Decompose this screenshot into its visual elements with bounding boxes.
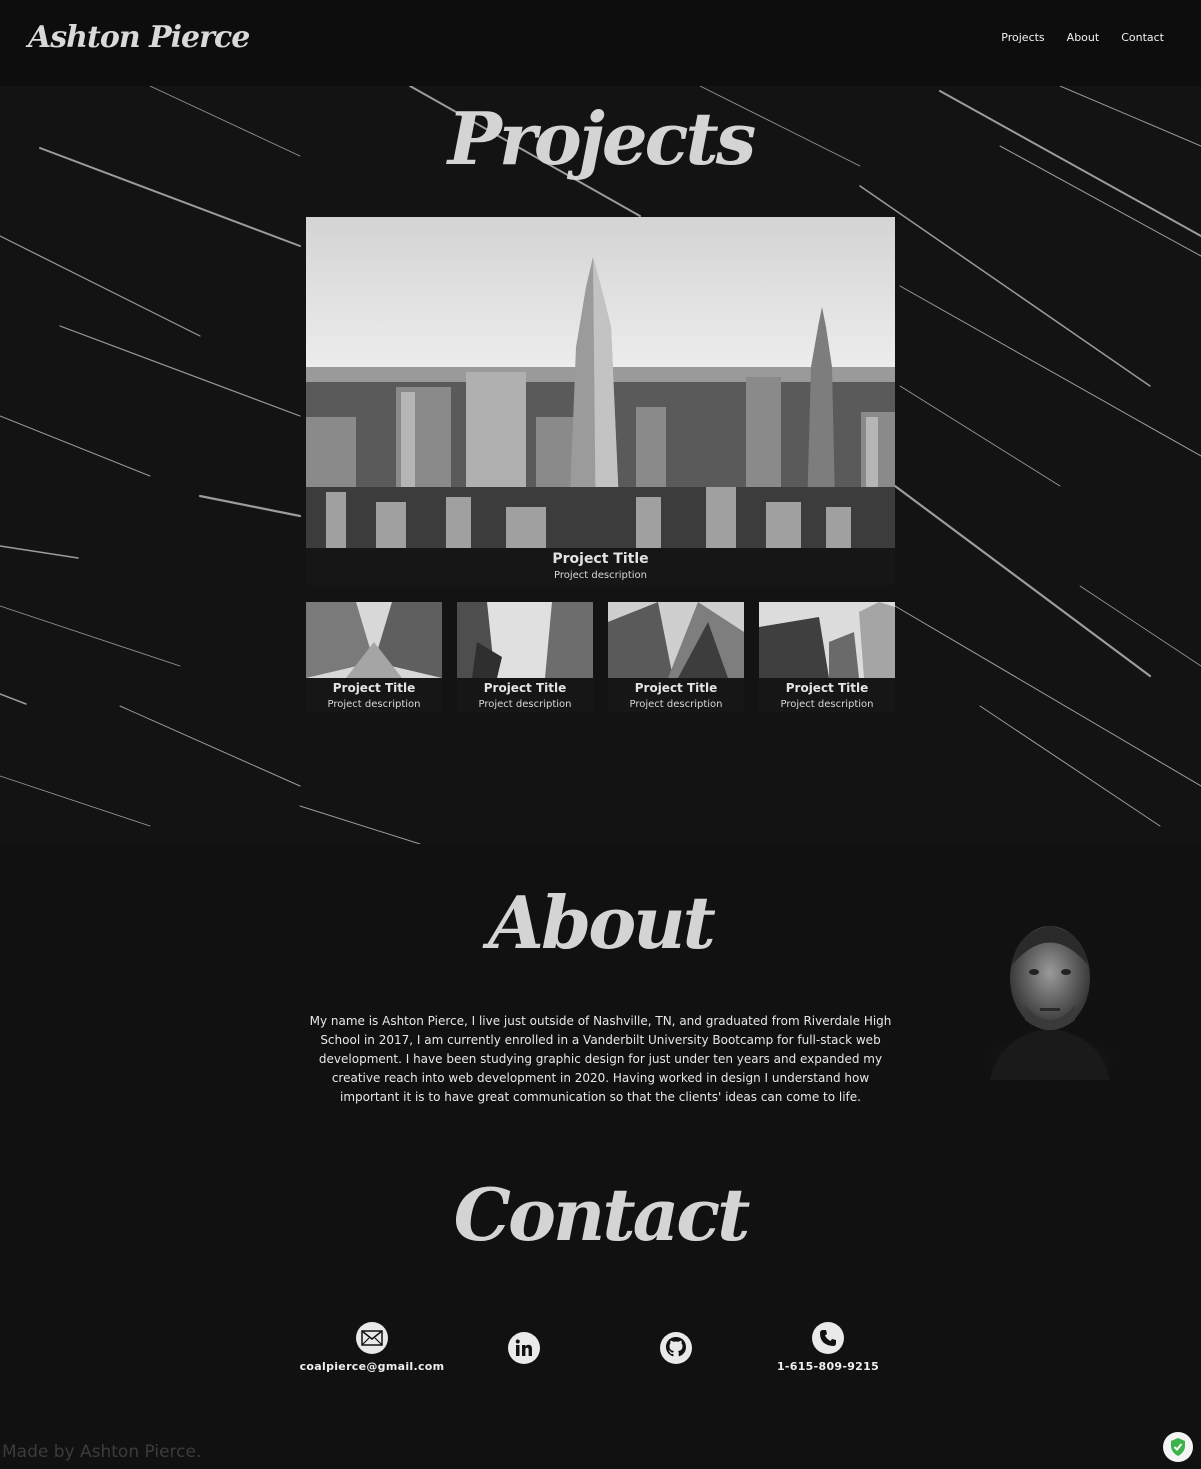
contact-phone-label: 1-615-809-9215 [776,1360,880,1373]
project-card-1[interactable]: Project Title Project description [306,602,442,712]
projects-section: Projects Project Title Project descripti… [0,86,1201,844]
site-logo[interactable]: Ashton Pierce [28,20,250,55]
featured-project-title: Project Title [552,551,649,567]
github-icon[interactable] [660,1332,692,1364]
project-image-3 [608,602,744,678]
contact-heading: Contact [453,1172,751,1257]
project-caption-4: Project Title Project description [759,678,895,714]
shield-check-icon[interactable] [1163,1432,1193,1462]
phone-icon[interactable] [812,1322,844,1354]
main-nav: Projects About Contact [1001,31,1164,44]
project-card-3[interactable]: Project Title Project description [608,602,744,712]
envelope-icon[interactable] [356,1322,388,1354]
featured-project-image [306,217,895,548]
project-description-4: Project description [780,699,874,710]
site-header: Ashton Pierce Projects About Contact [0,0,1201,86]
footer-credit: Made by Ashton Pierce. [2,1442,202,1462]
project-thumbnail-list: Project Title Project description Projec… [306,602,895,712]
project-card-4[interactable]: Project Title Project description [759,602,895,712]
contact-email[interactable]: coalpierce@gmail.com [292,1322,452,1373]
contact-email-label: coalpierce@gmail.com [299,1360,445,1373]
contact-phone[interactable]: 1-615-809-9215 [748,1322,908,1373]
project-title-2: Project Title [483,681,567,695]
project-title-4: Project Title [785,681,869,695]
project-description-2: Project description [478,699,572,710]
project-caption-3: Project Title Project description [608,678,744,714]
project-title-3: Project Title [634,681,718,695]
project-title-1: Project Title [332,681,416,695]
linkedin-icon[interactable] [508,1332,540,1364]
nav-link-about[interactable]: About [1067,31,1100,44]
about-paragraph: My name is Ashton Pierce, I live just ou… [309,1014,892,1104]
project-image-2 [457,602,593,678]
project-description-3: Project description [629,699,723,710]
nav-link-projects[interactable]: Projects [1001,31,1044,44]
project-caption-1: Project Title Project description [306,678,442,714]
project-image-4 [759,602,895,678]
featured-project-description: Project description [554,570,647,581]
contact-linkedin[interactable] [444,1332,604,1364]
project-description-1: Project description [327,699,421,710]
contact-github[interactable] [596,1332,756,1364]
featured-project-caption: Project Title Project description [306,548,895,585]
profile-photo [980,926,1120,1080]
project-image-1 [306,602,442,678]
nav-link-contact[interactable]: Contact [1121,31,1164,44]
project-card-2[interactable]: Project Title Project description [457,602,593,712]
featured-project-card[interactable]: Project Title Project description [306,217,895,585]
projects-heading: Projects [447,96,757,181]
project-caption-2: Project Title Project description [457,678,593,714]
